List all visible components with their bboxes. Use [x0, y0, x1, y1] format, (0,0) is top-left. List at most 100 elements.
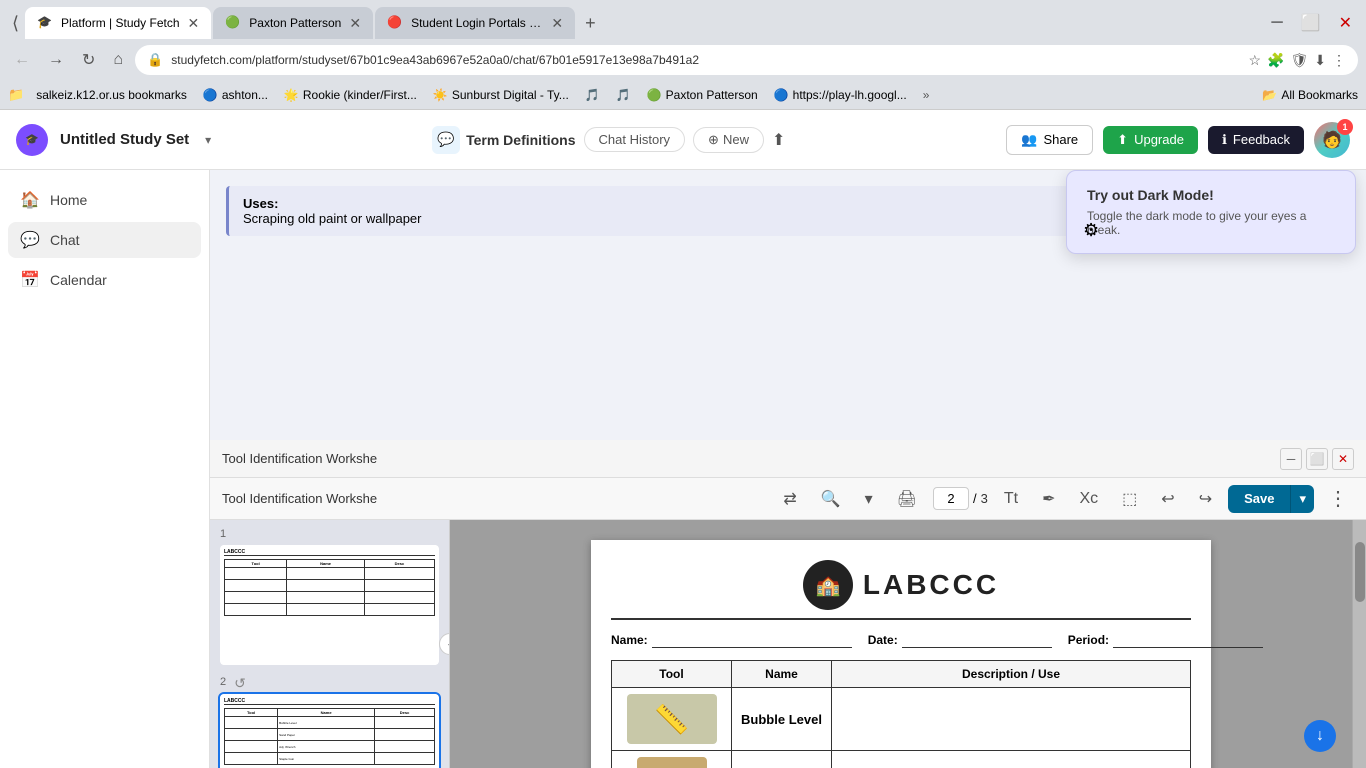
- user-avatar[interactable]: 🧑 1: [1314, 122, 1350, 158]
- bookmark-paxton-favicon: 🟢: [647, 88, 662, 102]
- chat-history-button[interactable]: Chat History: [584, 127, 686, 152]
- page-total: 3: [981, 491, 988, 506]
- close-browser-button[interactable]: ✕: [1333, 11, 1358, 35]
- github-icon: ⚙: [1083, 220, 1099, 241]
- sub-window-minimize-button[interactable]: ─: [1280, 448, 1302, 470]
- save-dropdown-button[interactable]: ▾: [1290, 485, 1314, 513]
- save-button[interactable]: Save: [1228, 485, 1290, 513]
- reload-button[interactable]: ↻: [76, 48, 101, 72]
- upload-button[interactable]: ⬆: [772, 130, 785, 150]
- uses-label: Uses:: [243, 196, 278, 211]
- bubble-level-image: 📏: [627, 694, 717, 744]
- shield-button[interactable]: 🛡: [1290, 52, 1308, 69]
- extension-puzzle-button[interactable]: 🧩: [1267, 52, 1284, 69]
- bookmark-salkeiz[interactable]: salkeiz.k12.or.us bookmarks: [32, 86, 191, 104]
- new-button[interactable]: ⊕ New: [693, 127, 764, 153]
- formula-tool-button[interactable]: Xc: [1071, 486, 1106, 512]
- name-line: [652, 632, 852, 648]
- study-set-dropdown-arrow[interactable]: ▾: [205, 133, 211, 147]
- page-1-thumbnail[interactable]: LABCCC ToolNameDesc: [218, 543, 441, 667]
- rotate-icon: ↺: [234, 675, 246, 692]
- tool-header-label: Tool: [659, 667, 683, 681]
- tab-favicon-studyfetch: 🎓: [37, 15, 53, 31]
- text-tool-button[interactable]: Tt: [996, 486, 1026, 512]
- bookmark-rookie-label: Rookie (kinder/First...: [303, 88, 417, 102]
- sub-window-titlebar: Tool Identification Workshe ─ ⬜ ✕: [210, 440, 1366, 478]
- back-button[interactable]: ←: [8, 49, 36, 71]
- zoom-tool-button[interactable]: 🔍: [813, 485, 849, 513]
- redo-button[interactable]: ↪: [1191, 485, 1220, 513]
- home-icon: 🏠: [20, 190, 40, 210]
- name-field: Name:: [611, 632, 852, 648]
- share-tool-button[interactable]: ⇄: [775, 485, 804, 513]
- url-bar[interactable]: 🔒 studyfetch.com/platform/studyset/67b01…: [135, 45, 1358, 75]
- more-options-button[interactable]: ⋮: [1322, 482, 1354, 515]
- tab-bar: ⟨ 🎓 Platform | Study Fetch ✕ 🟢 Paxton Pa…: [0, 0, 1366, 40]
- tab-paxton[interactable]: 🟢 Paxton Patterson ✕: [213, 7, 373, 39]
- tab-studyfetch[interactable]: 🎓 Platform | Study Fetch ✕: [25, 7, 211, 39]
- page-2-thumbnail[interactable]: LABCCC ToolNameDesc Bubble Level Sand Pa…: [218, 692, 441, 768]
- header-right: 👥 Share ⬆ Upgrade ℹ Feedback 🧑 1: [1006, 122, 1350, 158]
- lock-icon: 🔒: [147, 52, 163, 68]
- sub-window-close-button[interactable]: ✕: [1332, 448, 1354, 470]
- bookmarks-folder-icon: 📁: [8, 87, 24, 103]
- browser-back-nav[interactable]: ⟨: [8, 11, 23, 36]
- sub-window-maximize-button[interactable]: ⬜: [1306, 448, 1328, 470]
- tab-close-paxton[interactable]: ✕: [349, 15, 361, 32]
- downloads-button[interactable]: ⬇: [1314, 52, 1326, 69]
- address-bar: ← → ↻ ⌂ 🔒 studyfetch.com/platform/studys…: [0, 40, 1366, 80]
- sidebar-item-calendar[interactable]: 📅 Calendar: [8, 262, 201, 298]
- bookmark-star-button[interactable]: ☆: [1248, 52, 1261, 69]
- content-area: 🏠 Home 💬 Chat 📅 Calendar Uses: Scraping …: [0, 170, 1366, 768]
- scroll-to-bottom-button[interactable]: ↓: [1304, 720, 1336, 752]
- tab-favicon-student: 🔴: [387, 15, 403, 31]
- bookmark-play[interactable]: 🔵https://play-lh.googl...: [770, 86, 911, 104]
- sidebar-item-home[interactable]: 🏠 Home: [8, 182, 201, 218]
- tab-close-studyfetch[interactable]: ✕: [188, 15, 200, 32]
- desc-col-header: Description / Use: [832, 661, 1191, 688]
- zoom-dropdown-button[interactable]: ▾: [857, 485, 881, 513]
- bookmark-spotify2[interactable]: 🎵: [612, 86, 635, 104]
- browser-menu-button[interactable]: ⋮: [1332, 52, 1346, 69]
- bookmark-spotify1[interactable]: 🎵: [581, 86, 604, 104]
- all-bookmarks-label: All Bookmarks: [1281, 88, 1358, 102]
- forward-button[interactable]: →: [42, 49, 70, 71]
- maximize-browser-button[interactable]: ⬜: [1295, 11, 1327, 35]
- sub-toolbar-doc-title: Tool Identification Workshe: [222, 491, 767, 506]
- bookmarks-overflow-button[interactable]: »: [923, 88, 930, 102]
- bookmark-paxton[interactable]: 🟢Paxton Patterson: [643, 86, 762, 104]
- date-field: Date:: [868, 632, 1052, 648]
- feedback-label: Feedback: [1233, 132, 1290, 147]
- scrollbar-thumb[interactable]: [1355, 542, 1365, 602]
- term-definitions-button[interactable]: 💬 Term Definitions: [432, 126, 575, 154]
- new-plus-icon: ⊕: [708, 132, 719, 148]
- document-viewer[interactable]: 🏫 LABCCC Name:: [450, 520, 1352, 768]
- minimize-browser-button[interactable]: ─: [1265, 12, 1288, 34]
- period-label: Period:: [1068, 633, 1109, 647]
- sign-tool-button[interactable]: ✒: [1034, 485, 1063, 513]
- sidebar-item-chat[interactable]: 💬 Chat: [8, 222, 201, 258]
- share-button[interactable]: 👥 Share: [1006, 125, 1093, 155]
- upgrade-button[interactable]: ⬆ Upgrade: [1103, 126, 1198, 154]
- page-nav: / 3: [933, 487, 988, 510]
- select-tool-button[interactable]: ⬚: [1114, 485, 1145, 513]
- calendar-icon: 📅: [20, 270, 40, 290]
- all-bookmarks-button[interactable]: 📂 All Bookmarks: [1262, 88, 1358, 102]
- undo-button[interactable]: ↩: [1153, 485, 1182, 513]
- bookmark-rookie[interactable]: 🌟 Rookie (kinder/First...: [280, 86, 421, 104]
- home-button[interactable]: ⌂: [107, 49, 129, 71]
- page-number-input[interactable]: [933, 487, 969, 510]
- bubble-level-tool-cell: 📏: [612, 688, 732, 751]
- tab-close-student[interactable]: ✕: [551, 15, 563, 32]
- print-tool-button[interactable]: 🖨: [889, 485, 925, 513]
- bookmark-sunburst[interactable]: ☀️Sunburst Digital - Ty...: [429, 86, 573, 104]
- feedback-button[interactable]: ℹ Feedback: [1208, 126, 1304, 154]
- new-tab-button[interactable]: +: [577, 13, 604, 34]
- study-set-title: Untitled Study Set: [60, 131, 189, 148]
- bookmark-ashton[interactable]: 🔵ashton...: [199, 86, 272, 104]
- bookmark-rookie-favicon: 🌟: [284, 88, 299, 102]
- sub-window-content: 1 LABCCC ToolNameDesc: [210, 520, 1366, 768]
- tab-student[interactable]: 🔴 Student Login Portals & Apps - ✕: [375, 7, 575, 39]
- name-col-header: Name: [732, 661, 832, 688]
- school-header: 🏫 LABCCC: [611, 560, 1191, 620]
